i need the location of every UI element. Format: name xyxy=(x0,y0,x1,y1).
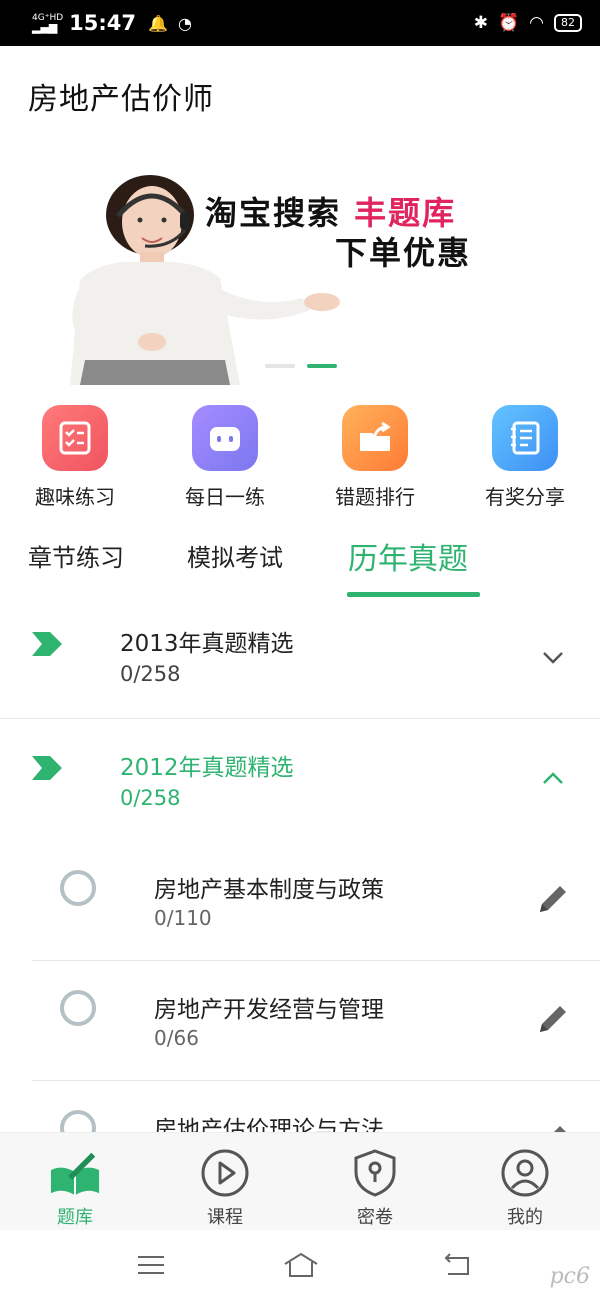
page-title: 房地产估价师 xyxy=(28,82,214,117)
quick-action-label: 有奖分享 xyxy=(485,485,565,509)
chevron-down-icon[interactable] xyxy=(540,644,566,670)
banner-highlight: 丰题库 xyxy=(354,194,457,232)
menu-icon[interactable] xyxy=(134,1250,168,1280)
banner-subline: 下单优惠 xyxy=(335,234,472,272)
pagination-dot[interactable] xyxy=(265,364,295,368)
tab-active-indicator xyxy=(347,592,480,597)
quick-action-daily-practice[interactable]: 每日一练 xyxy=(150,405,300,515)
list-item-title: 房地产开发经营与管理 xyxy=(154,997,384,1023)
quick-action-fun-practice[interactable]: 趣味练习 xyxy=(0,405,150,515)
list-item[interactable]: 房地产估价理论与方法 xyxy=(0,1090,600,1132)
year-group-collapsed[interactable]: 2013年真题精选 0/258 xyxy=(0,612,600,712)
nav-label: 密卷 xyxy=(357,1207,393,1228)
divider xyxy=(32,1080,600,1081)
book-pen-icon xyxy=(49,1147,101,1199)
list-item[interactable]: 房地产基本制度与政策 0/110 xyxy=(0,850,600,970)
alarm-icon: ⏰ xyxy=(497,13,520,33)
bluetooth-icon: ✱ xyxy=(473,13,488,33)
back-icon[interactable] xyxy=(440,1250,474,1280)
divider xyxy=(32,960,600,961)
quick-actions: 趣味练习 每日一练 错题排行 有奖分享 xyxy=(0,405,600,515)
system-navigation-bar xyxy=(0,1230,600,1300)
list-item-title: 房地产基本制度与政策 xyxy=(154,877,384,903)
checklist-icon xyxy=(42,405,108,471)
tab-bar: 章节练习 模拟考试 历年真题 xyxy=(0,530,600,600)
nav-label: 我的 xyxy=(507,1207,543,1228)
pagination-dot-active[interactable] xyxy=(307,364,337,368)
quick-action-label: 错题排行 xyxy=(335,485,415,509)
nav-profile[interactable]: 我的 xyxy=(450,1133,600,1230)
notebook-icon xyxy=(492,405,558,471)
year-group-title: 2012年真题精选 xyxy=(120,755,294,781)
status-time: 15:47 xyxy=(69,11,137,35)
watermark: pc6 xyxy=(549,1264,590,1289)
quick-action-label: 趣味练习 xyxy=(35,485,115,509)
wifi-icon: ◠ xyxy=(529,13,544,33)
nav-question-bank[interactable]: 题库 xyxy=(0,1133,150,1230)
tab-mock-exam[interactable]: 模拟考试 xyxy=(187,538,283,573)
quick-action-label: 每日一练 xyxy=(185,485,265,509)
tab-chapter-practice[interactable]: 章节练习 xyxy=(28,538,124,573)
play-circle-icon xyxy=(199,1147,251,1199)
clock-icon: ◔ xyxy=(177,13,192,33)
chevron-up-icon[interactable] xyxy=(540,766,566,792)
list-item-count: 0/66 xyxy=(154,1026,199,1050)
user-icon xyxy=(499,1147,551,1199)
nav-label: 课程 xyxy=(207,1207,243,1228)
banner-pagination xyxy=(265,364,337,368)
nav-courses[interactable]: 课程 xyxy=(150,1133,300,1230)
pencil-icon[interactable] xyxy=(536,1122,570,1132)
quick-action-wrong-ranking[interactable]: 错题排行 xyxy=(300,405,450,515)
list-item-title: 房地产估价理论与方法 xyxy=(154,1117,384,1132)
network-indicator: 4G⁺HD ▂▄▆ xyxy=(32,13,64,34)
bell-icon: 🔔 xyxy=(148,13,168,33)
flag-icon xyxy=(32,632,62,656)
bottom-navigation: 题库 课程 密卷 我的 xyxy=(0,1132,600,1230)
tab-past-exams[interactable]: 历年真题 xyxy=(348,534,468,578)
folder-export-icon xyxy=(342,405,408,471)
nav-label: 题库 xyxy=(57,1207,93,1228)
year-group-title: 2013年真题精选 xyxy=(120,631,294,657)
home-icon[interactable] xyxy=(282,1250,320,1280)
progress-circle-icon xyxy=(60,870,96,906)
flag-icon xyxy=(32,756,62,780)
quick-action-reward-share[interactable]: 有奖分享 xyxy=(450,405,600,515)
list-item[interactable]: 房地产开发经营与管理 0/66 xyxy=(0,970,600,1090)
battery-indicator: 82 xyxy=(554,14,582,32)
status-bar: 4G⁺HD ▂▄▆ 15:47 🔔 ◔ ✱ ⏰ ◠ 82 xyxy=(0,0,600,46)
pencil-icon[interactable] xyxy=(536,1002,570,1036)
progress-circle-icon xyxy=(60,990,96,1026)
pencil-icon[interactable] xyxy=(536,882,570,916)
promo-banner[interactable]: 淘宝搜索 丰题库 下单优惠 xyxy=(0,130,600,390)
year-group-count: 0/258 xyxy=(120,662,181,686)
list-item-count: 0/110 xyxy=(154,906,212,930)
robot-icon xyxy=(192,405,258,471)
divider xyxy=(0,718,600,719)
year-group-count: 0/258 xyxy=(120,786,181,810)
nav-secret-papers[interactable]: 密卷 xyxy=(300,1133,450,1230)
progress-circle-icon xyxy=(60,1110,96,1132)
shield-lock-icon xyxy=(349,1147,401,1199)
year-group-expanded[interactable]: 2012年真题精选 0/258 xyxy=(0,736,600,836)
